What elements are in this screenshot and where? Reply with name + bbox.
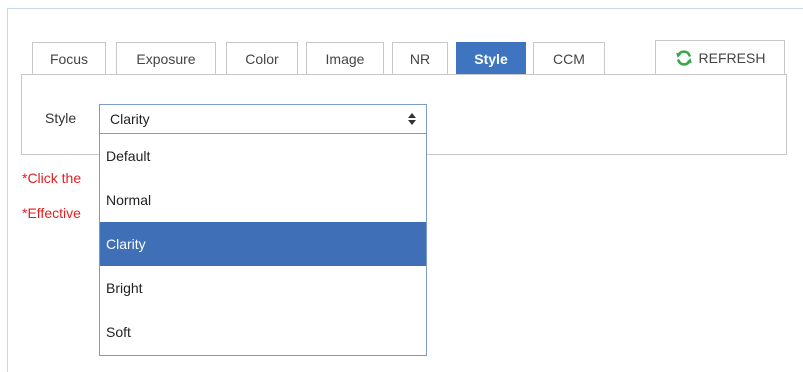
style-dropdown-list: Default Normal Clarity Bright Soft — [99, 134, 427, 356]
note-click: *Click the — [22, 170, 82, 186]
note-effective: *Effective — [22, 205, 81, 221]
style-select[interactable]: Clarity — [99, 104, 427, 134]
tab-color[interactable]: Color — [226, 42, 298, 75]
select-updown-icon — [407, 111, 417, 127]
style-label: Style — [45, 110, 77, 126]
tab-exposure[interactable]: Exposure — [116, 42, 216, 75]
option-bright[interactable]: Bright — [100, 266, 426, 310]
option-clarity[interactable]: Clarity — [100, 222, 426, 266]
option-default[interactable]: Default — [100, 134, 426, 178]
refresh-button[interactable]: REFRESH — [655, 40, 785, 75]
refresh-label: REFRESH — [698, 50, 766, 66]
option-normal[interactable]: Normal — [100, 178, 426, 222]
tab-nr[interactable]: NR — [392, 42, 448, 75]
frame-border-top — [7, 8, 803, 9]
camera-settings-page: Focus Exposure Color Image NR Style CCM … — [0, 0, 803, 372]
tab-focus[interactable]: Focus — [32, 42, 106, 75]
tab-ccm[interactable]: CCM — [533, 42, 605, 75]
option-soft[interactable]: Soft — [100, 310, 426, 354]
refresh-icon — [675, 49, 693, 67]
style-select-value: Clarity — [110, 111, 150, 127]
tab-style[interactable]: Style — [456, 42, 526, 75]
tab-image[interactable]: Image — [306, 42, 384, 75]
frame-border-left — [7, 8, 8, 372]
